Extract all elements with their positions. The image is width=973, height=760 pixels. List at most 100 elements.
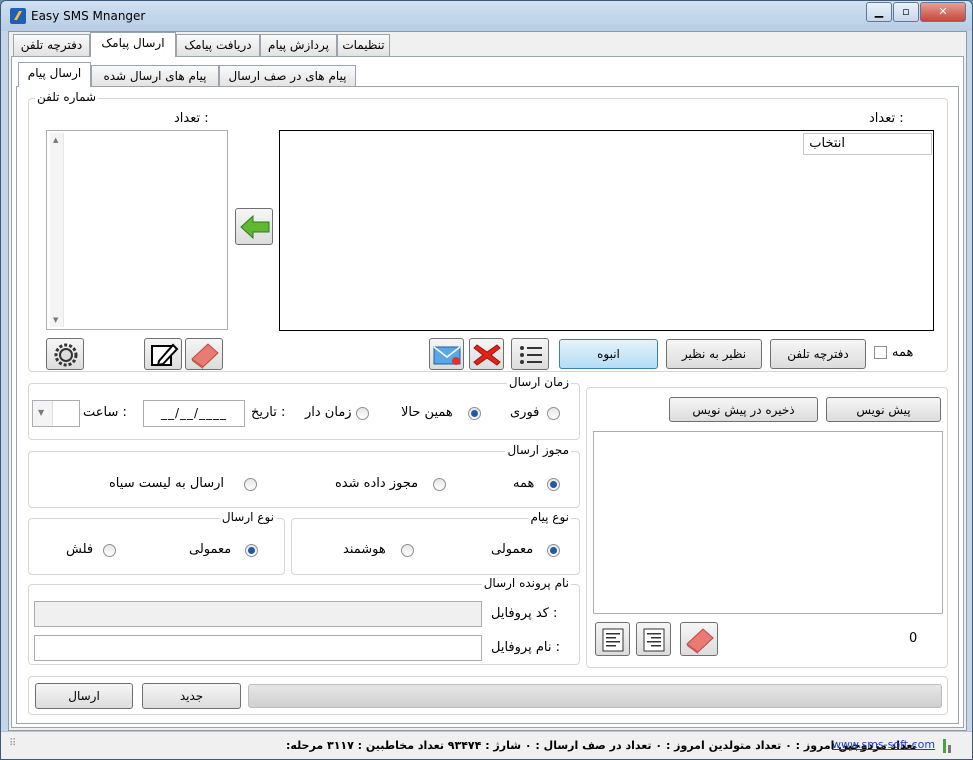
bulk-button[interactable]: انبوه <box>559 339 658 369</box>
radio-scheduled[interactable] <box>356 407 369 420</box>
draft-button[interactable]: پیش نویس <box>826 397 941 422</box>
close-button[interactable]: ✕ <box>920 2 966 22</box>
subtab-queued-messages[interactable]: پیام های در صف ارسال <box>219 65 356 87</box>
subtab-sent-messages[interactable]: پیام های ارسال شده <box>91 65 219 87</box>
send-progress-bar <box>248 684 942 708</box>
time-dropdown[interactable]: ▼ <box>33 401 53 426</box>
radio-instant-label: فوری <box>510 405 540 420</box>
radio-send-normal[interactable] <box>245 544 258 557</box>
send-message-panel: شماره تلفن تعداد : تعداد : ▲ ▼ انتخاب ان… <box>16 86 959 724</box>
group-title: زمان ارسال <box>506 375 571 389</box>
tab-label: تنظیمات <box>342 38 385 52</box>
message-textarea[interactable] <box>593 431 943 614</box>
radio-scheduled-label: زمان دار <box>305 405 352 420</box>
radio-now-label: همین حالا <box>401 405 453 420</box>
send-permit-group: مجوز ارسال همه مجوز داده شده ارسال به لی… <box>28 443 580 508</box>
new-button[interactable]: جدید <box>142 683 241 709</box>
date-label: تاریخ : <box>251 405 286 420</box>
tab-label: پیام های در صف ارسال <box>228 69 347 83</box>
send-message-icon-button[interactable] <box>429 338 464 370</box>
subtab-send-message[interactable]: ارسال پیام <box>18 62 91 87</box>
scroll-up-icon[interactable]: ▲ <box>53 136 58 144</box>
contacts-grid[interactable]: انتخاب <box>279 130 934 331</box>
align-left-button[interactable] <box>595 622 630 656</box>
radio-instant[interactable] <box>547 407 560 420</box>
eraser-icon <box>686 628 714 654</box>
character-count: 0 <box>909 631 918 646</box>
align-right-button[interactable] <box>636 622 671 656</box>
envelope-icon <box>433 346 461 365</box>
scroll-down-icon[interactable]: ▼ <box>53 316 58 324</box>
settings-gear-button[interactable] <box>46 338 84 370</box>
list-scrollbar[interactable]: ▲ ▼ <box>50 133 64 327</box>
phonebook-button[interactable]: دفترچه تلفن <box>770 339 866 369</box>
time-label: ساعت : <box>83 405 127 420</box>
send-button[interactable]: ارسال <box>35 683 133 709</box>
radio-message-smart-label: هوشمند <box>343 542 386 557</box>
resize-grip-icon[interactable]: ⠿ <box>9 738 16 749</box>
contacts-count-label: تعداد : <box>869 111 904 126</box>
send-sms-pane: ارسال پیام پیام های ارسال شده پیام های د… <box>11 56 964 728</box>
group-title: نوع پیام <box>528 510 571 524</box>
profile-code-input[interactable] <box>34 601 482 627</box>
profile-name-input[interactable] <box>34 635 482 661</box>
maximize-button[interactable]: ▫ <box>893 2 919 22</box>
tab-receive-sms[interactable]: دریافت پیامک <box>176 34 260 56</box>
chevron-down-icon[interactable]: ▼ <box>38 408 44 417</box>
tab-send-sms[interactable]: ارسال پیامک <box>90 32 176 57</box>
title-bar[interactable]: Easy SMS Mnanger ▁ ▫ ✕ <box>1 1 972 31</box>
tab-phonebook[interactable]: دفترچه تلفن <box>13 34 90 56</box>
tab-label: ارسال پیامک <box>101 36 165 50</box>
tab-label: ارسال پیام <box>27 66 82 80</box>
date-input[interactable]: __/__/____ <box>143 400 245 427</box>
date-value: __/__/____ <box>160 406 228 420</box>
delete-x-icon <box>473 344 501 366</box>
radio-send-flash[interactable] <box>103 544 116 557</box>
edit-button[interactable] <box>144 338 182 370</box>
list-button[interactable] <box>511 338 549 370</box>
peer-to-peer-button[interactable]: نظیر به نظیر <box>666 339 762 369</box>
list-icon <box>520 346 542 364</box>
radio-blacklist[interactable] <box>244 478 257 491</box>
selected-count-label: تعداد : <box>174 111 209 126</box>
radio-permitted-label: مجوز داده شده <box>335 476 419 491</box>
radio-permit-all-label: همه <box>513 476 535 491</box>
radio-permitted[interactable] <box>433 478 446 491</box>
tab-label: دریافت پیامک <box>184 38 252 52</box>
profile-group: نام پرونده ارسال کد پروفایل : نام پروفای… <box>28 576 580 665</box>
grid-header-select[interactable]: انتخاب <box>803 133 932 155</box>
gear-icon <box>54 343 78 367</box>
align-left-icon <box>602 628 624 652</box>
maximize-icon: ▫ <box>902 5 910 18</box>
clear-message-button[interactable] <box>680 622 718 656</box>
radio-message-normal-label: معمولی <box>491 542 534 557</box>
selected-numbers-list[interactable]: ▲ ▼ <box>46 130 228 330</box>
tab-settings[interactable]: تنظیمات <box>337 34 390 56</box>
message-type-group: نوع پیام معمولی هوشمند <box>291 510 580 575</box>
profile-code-label: کد پروفایل : <box>491 606 558 621</box>
move-to-selected-button[interactable] <box>235 208 273 245</box>
radio-now[interactable] <box>468 407 481 420</box>
radio-blacklist-label: ارسال به لیست سیاه <box>109 476 225 491</box>
minimize-button[interactable]: ▁ <box>866 2 892 22</box>
align-right-icon <box>643 628 665 652</box>
clear-list-button[interactable] <box>185 338 223 370</box>
tab-label: پیام های ارسال شده <box>103 69 207 83</box>
save-to-draft-button[interactable]: ذخیره در پیش نویس <box>669 397 818 422</box>
website-link[interactable]: www.sms-soft.com <box>832 738 935 751</box>
select-all-checkbox[interactable] <box>874 346 887 359</box>
select-all-label: همه <box>892 345 914 360</box>
tab-process-message[interactable]: پردازش پیام <box>260 34 337 56</box>
radio-message-normal[interactable] <box>547 544 560 557</box>
group-title: شماره تلفن <box>35 90 99 104</box>
radio-message-smart[interactable] <box>401 544 414 557</box>
send-time-group: زمان ارسال فوری همین حالا زمان دار تاریخ… <box>28 375 580 440</box>
group-title: نام پرونده ارسال <box>481 576 571 590</box>
send-type-group: نوع ارسال معمولی فلش <box>28 510 285 575</box>
edit-pencil-icon <box>151 343 179 367</box>
delete-button[interactable] <box>469 338 504 370</box>
radio-send-flash-label: فلش <box>66 542 94 557</box>
radio-permit-all[interactable] <box>547 478 560 491</box>
status-bar: ⠿ تعداد مزدوجین امروز : ۰ تعداد متولدین … <box>1 731 972 759</box>
time-picker[interactable]: ▼ <box>32 400 80 427</box>
